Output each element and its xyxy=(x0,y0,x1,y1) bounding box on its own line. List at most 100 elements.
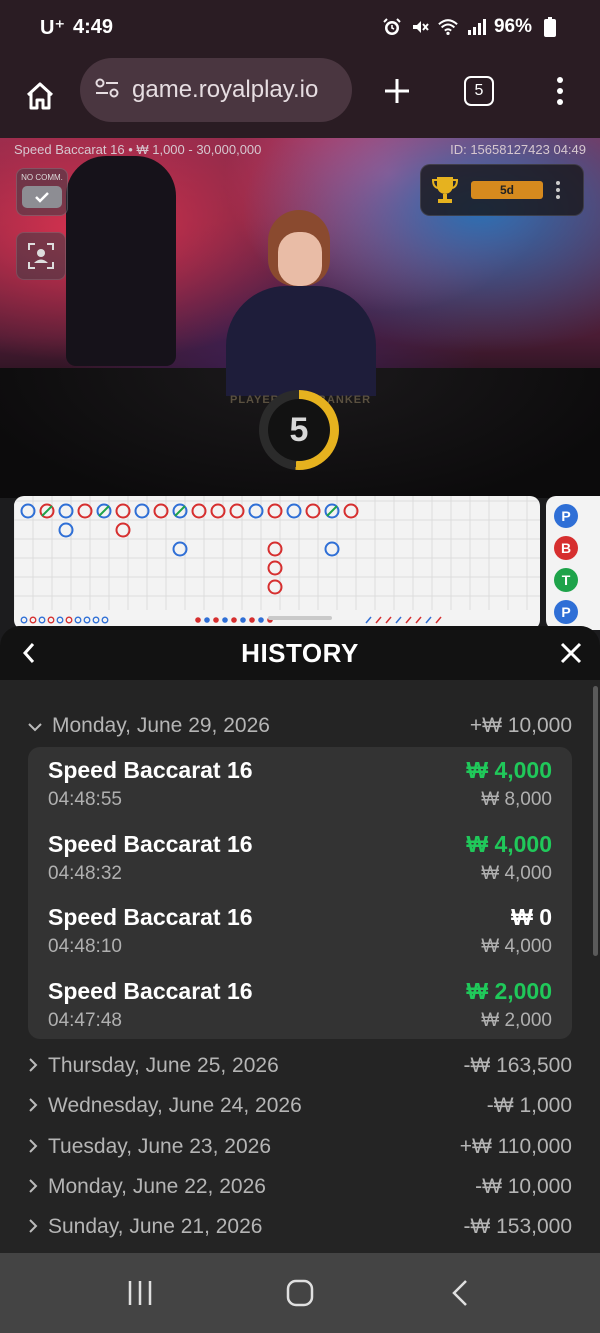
video-mode-button[interactable] xyxy=(16,232,66,280)
bet-win-amount: ₩ 4,000 xyxy=(466,757,552,783)
checkbox-icon xyxy=(22,186,62,208)
history-day-total: -₩ 1,000 xyxy=(486,1094,572,1118)
back-nav-button[interactable] xyxy=(430,1263,490,1323)
history-day-row[interactable]: Thursday, June 25, 2026 -₩ 163,500 xyxy=(28,1048,572,1084)
url-text: game.royalplay.io xyxy=(132,76,319,103)
bet-game-name: Speed Baccarat 16 xyxy=(48,977,253,1004)
history-day-row[interactable]: Sunday, June 21, 2026 -₩ 153,000 xyxy=(28,1209,572,1245)
site-settings-icon[interactable] xyxy=(94,77,120,104)
bet-win-amount: ₩ 4,000 xyxy=(466,830,552,857)
chevron-right-icon xyxy=(28,1054,38,1078)
dealer xyxy=(226,210,376,396)
bet-time: 04:47:48 xyxy=(48,1009,122,1031)
recent-apps-button[interactable] xyxy=(110,1263,170,1323)
history-day-total: +₩ 110,000 xyxy=(459,1134,572,1158)
more-vertical-icon[interactable] xyxy=(555,180,561,200)
bet-time: 04:48:32 xyxy=(48,862,122,884)
bet-time: 04:48:10 xyxy=(48,936,122,957)
system-nav-bar xyxy=(0,1253,600,1333)
bet-stake-amount: ₩ 4,000 xyxy=(481,936,552,957)
address-bar[interactable]: game.royalplay.io xyxy=(80,58,352,122)
history-panel: HISTORY Monday, June 29, 2026 +₩ 10,000 Sp… xyxy=(0,626,600,1253)
table-info: Speed Baccarat 16 • ₩ 1,000 - 30,000,000 xyxy=(14,142,262,157)
home-icon xyxy=(26,82,54,110)
history-day-total: -₩ 10,000 xyxy=(475,1174,572,1198)
scoreboard-roads[interactable] xyxy=(14,496,540,630)
chevron-left-icon xyxy=(22,643,35,663)
bet-row[interactable]: Speed Baccarat 16 04:47:48 ₩ 2,000 ₩ 2,000 xyxy=(48,978,552,1044)
clock: 4:49 xyxy=(73,15,114,38)
new-tab-button[interactable] xyxy=(372,66,422,116)
close-button[interactable] xyxy=(556,638,586,668)
history-day-date: Wednesday, June 24, 2026 xyxy=(48,1094,302,1118)
bead-result: T xyxy=(554,568,578,592)
leaderboard-period: 5d xyxy=(471,181,543,199)
bet-win-amount: ₩ 0 xyxy=(511,904,552,930)
browser-toolbar: game.royalplay.io 5 xyxy=(0,54,600,138)
history-day-total: -₩ 163,500 xyxy=(463,1054,572,1077)
home-nav-icon xyxy=(286,1279,314,1307)
bet-stake-amount: ₩ 8,000 xyxy=(481,789,552,810)
history-day-row[interactable]: Monday, June 22, 2026 -₩ 10,000 xyxy=(28,1169,572,1205)
history-day-row[interactable]: Monday, June 29, 2026 +₩ 10,000 xyxy=(28,708,572,744)
bet-row[interactable]: Speed Baccarat 16 04:48:55 ₩ 4,000 ₩ 8,000 xyxy=(48,757,552,823)
history-day-total: +₩ 10,000 xyxy=(469,714,572,737)
bead-result: B xyxy=(554,536,578,560)
history-day-date: Monday, June 22, 2026 xyxy=(48,1174,266,1198)
bet-win-amount: ₩ 2,000 xyxy=(466,977,552,1004)
history-day-row[interactable]: Tuesday, June 23, 2026 +₩ 110,000 xyxy=(28,1129,572,1165)
chevron-right-icon xyxy=(28,1175,38,1199)
more-icon xyxy=(557,77,563,105)
round-id: ID: 15658127423 04:49 xyxy=(450,142,586,157)
live-video: Speed Baccarat 16 • ₩ 1,000 - 30,000,000… xyxy=(0,138,600,498)
tab-count: 5 xyxy=(474,82,484,99)
alarm-icon xyxy=(382,17,402,37)
history-day-total: -₩ 153,000 xyxy=(463,1215,572,1239)
chevron-right-icon xyxy=(28,1215,38,1239)
browser-home-button[interactable] xyxy=(0,54,80,138)
battery-icon xyxy=(540,17,560,37)
bet-stake-amount: ₩ 4,000 xyxy=(481,862,552,884)
bead-result: P xyxy=(554,600,578,624)
scrollbar[interactable] xyxy=(593,686,598,956)
bet-row[interactable]: Speed Baccarat 16 04:48:10 ₩ 0 ₩ 4,000 xyxy=(48,904,552,970)
new-tab-icon xyxy=(385,79,409,103)
wifi-icon xyxy=(438,17,458,37)
bead-road[interactable]: PBTPP xyxy=(546,496,600,630)
home-nav-button[interactable] xyxy=(270,1263,330,1323)
no-comm-label: NO COMM. xyxy=(21,173,63,182)
chevron-right-icon xyxy=(28,1135,38,1159)
history-day-date: Monday, June 29, 2026 xyxy=(52,714,270,737)
history-title: HISTORY xyxy=(241,637,359,668)
bet-game-name: Speed Baccarat 16 xyxy=(48,904,253,930)
bead-result: P xyxy=(554,504,578,528)
signal-icon xyxy=(466,17,486,37)
bet-row[interactable]: Speed Baccarat 16 04:48:32 ₩ 4,000 ₩ 4,000 xyxy=(48,831,552,897)
bet-stake-amount: ₩ 2,000 xyxy=(481,1009,552,1031)
tabs-button[interactable]: 5 xyxy=(464,76,494,106)
screen: U⁺ 4:49 96% game.royalplay.io 5 Speed Ba… xyxy=(0,0,600,1333)
leaderboard-widget[interactable]: 5d xyxy=(420,164,584,216)
history-day-date: Thursday, June 25, 2026 xyxy=(48,1054,279,1077)
bet-time: 04:48:55 xyxy=(48,789,122,810)
timer-value: 5 xyxy=(268,399,330,461)
history-header: HISTORY xyxy=(0,626,600,680)
chevron-right-icon xyxy=(28,1094,38,1118)
history-day-row[interactable]: Wednesday, June 24, 2026 -₩ 1,000 xyxy=(28,1088,572,1124)
big-road-grid xyxy=(14,496,540,624)
carrier-label: U⁺ xyxy=(40,16,65,39)
background-person xyxy=(66,156,176,366)
trophy-icon xyxy=(431,177,459,203)
back-nav-icon xyxy=(452,1280,467,1306)
history-day-bets: Speed Baccarat 16 04:48:55 ₩ 4,000 ₩ 8,000 S… xyxy=(28,747,572,1039)
camera-frame-icon xyxy=(28,243,54,269)
status-bar: U⁺ 4:49 96% xyxy=(0,0,600,54)
battery-percent: 96% xyxy=(493,16,532,37)
chevron-down-icon xyxy=(28,714,42,738)
bet-game-name: Speed Baccarat 16 xyxy=(48,757,253,783)
back-button[interactable] xyxy=(14,638,44,668)
no-commission-toggle[interactable]: NO COMM. xyxy=(16,168,68,216)
recent-apps-icon xyxy=(128,1281,152,1305)
browser-menu-button[interactable] xyxy=(540,66,580,116)
bet-game-name: Speed Baccarat 16 xyxy=(48,830,253,857)
